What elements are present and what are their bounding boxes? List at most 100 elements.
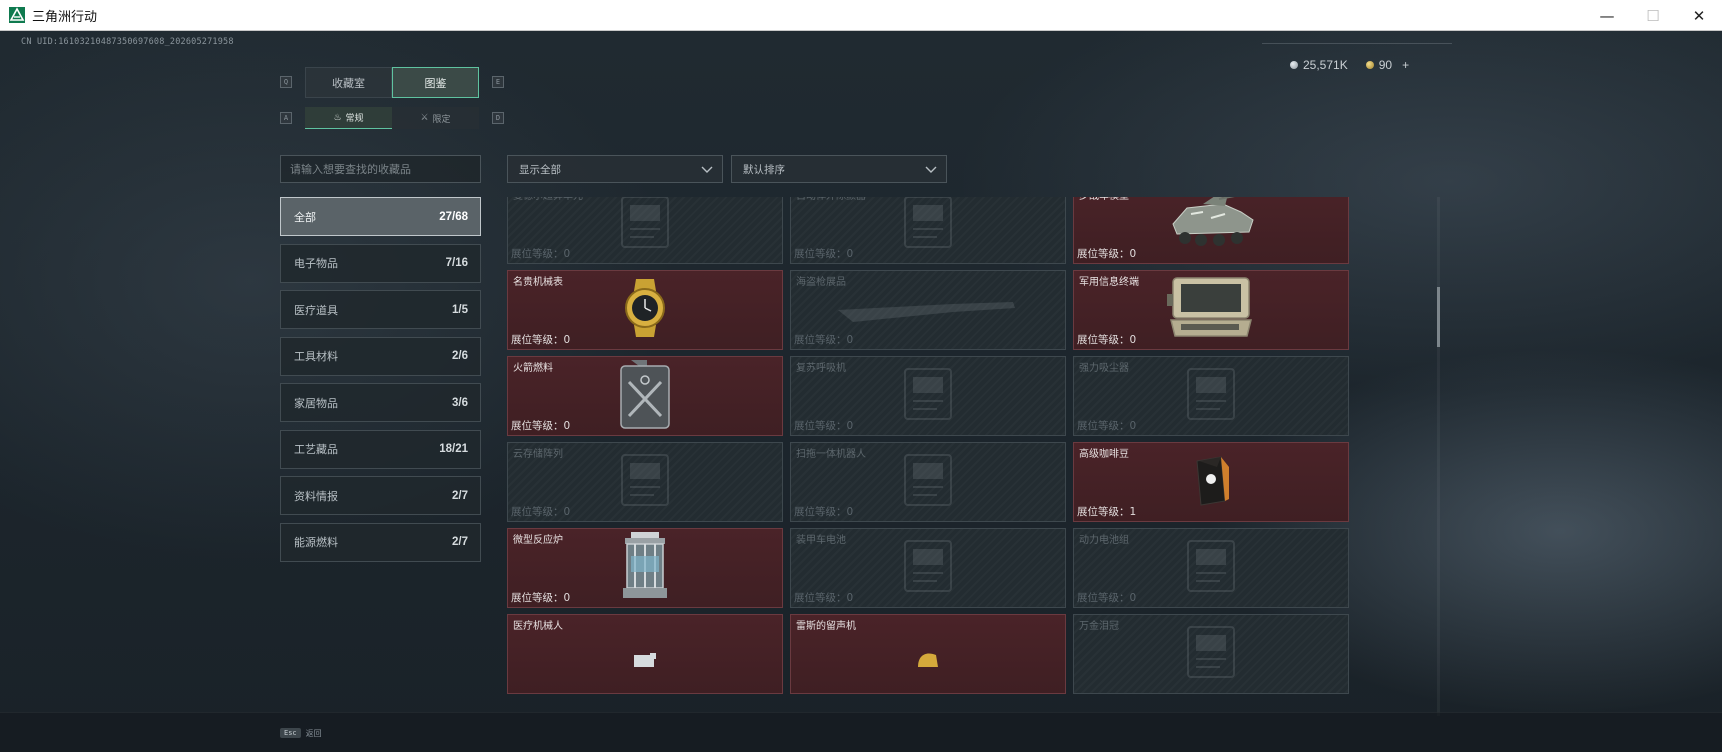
flame-icon: ♨ — [333, 112, 342, 123]
collectible-card[interactable]: 云存储阵列 展位等级：0 — [507, 442, 783, 522]
subtab-regular[interactable]: ♨ 常规 — [305, 107, 392, 129]
coffee-item-image — [1191, 453, 1231, 511]
collectible-card[interactable]: 医疗机械人 — [507, 614, 783, 694]
back-label: 返回 — [305, 728, 322, 738]
booth-level-value: 1 — [1129, 506, 1137, 518]
vehicle-item-image — [1163, 197, 1259, 258]
device-item-image — [610, 197, 680, 259]
booth-level-label: 展位等级： — [794, 592, 847, 604]
bottom-bar: Esc 返回 — [0, 712, 1722, 752]
subtab-limited-label: 限定 — [432, 114, 451, 125]
booth-level-label: 展位等级： — [1077, 248, 1130, 260]
category-electronics[interactable]: 电子物品 7/16 — [280, 243, 481, 283]
category-crafts[interactable]: 工艺藏品 18/21 — [280, 429, 481, 469]
booth-level-label: 展位等级： — [511, 506, 564, 518]
collectible-card[interactable]: 火箭燃料 展位等级：0 — [507, 356, 783, 436]
subtab-limited[interactable]: ⚔ 限定 — [392, 107, 479, 129]
collectible-name: 雷斯的留声机 — [796, 621, 856, 632]
key-hint-q: Q — [280, 76, 292, 88]
collectible-card[interactable]: 高级咖啡豆 展位等级：1 — [1073, 442, 1349, 522]
collectible-card[interactable]: 自动体外除颤器展位等级：0 — [790, 197, 1066, 264]
scrollbar-thumb[interactable] — [1437, 287, 1440, 347]
device-item-image — [893, 197, 963, 259]
device-item-image — [893, 533, 963, 603]
reactor-item-image — [617, 530, 673, 606]
collectible-card[interactable]: 装甲车电池 展位等级：0 — [790, 528, 1066, 608]
collectible-name: 复苏呼吸机 — [796, 363, 846, 374]
booth-level-value: 0 — [563, 334, 571, 346]
booth-level: 展位等级：0 — [794, 332, 853, 347]
collectible-card[interactable]: 军用信息终端 展位等级：0 — [1073, 270, 1349, 350]
collectible-card[interactable]: 微型反应炉 展位等级：0 — [507, 528, 783, 608]
category-count: 2/7 — [452, 536, 468, 548]
category-medical[interactable]: 医疗道具 1/5 — [280, 290, 481, 329]
tab-collection-room[interactable]: 收藏室 — [305, 67, 392, 98]
booth-level: 展位等级：0 — [511, 418, 570, 433]
game-screen: CN UID:16103210487350697608_202605271958… — [0, 31, 1722, 752]
collectible-name: 步战车模型 — [1079, 197, 1129, 202]
category-label: 医疗道具 — [294, 303, 338, 317]
category-label: 全部 — [294, 210, 316, 224]
player-uid: CN UID:16103210487350697608_202605271958 — [21, 37, 234, 47]
collectible-card[interactable]: 复苏呼吸机 展位等级：0 — [790, 356, 1066, 436]
key-hint-e: E — [492, 76, 504, 88]
device-item-image — [1176, 533, 1246, 603]
booth-level: 展位等级：0 — [794, 246, 853, 261]
canister-item-image — [617, 358, 673, 434]
collectible-card[interactable]: 强力吸尘器 展位等级：0 — [1073, 356, 1349, 436]
maximize-button[interactable]: ☐ — [1630, 0, 1676, 31]
collectible-card[interactable]: 名贵机械表 展位等级：0 — [507, 270, 783, 350]
collectible-name: 海盗枪展品 — [796, 277, 846, 288]
category-all[interactable]: 全部 27/68 — [280, 197, 481, 236]
gold-amount: 90 — [1378, 58, 1393, 72]
sort-dropdown[interactable]: 默认排序 — [731, 155, 947, 183]
filter-dropdown[interactable]: 显示全部 — [507, 155, 723, 183]
booth-level: 展位等级：0 — [1077, 418, 1136, 433]
booth-level: 展位等级：0 — [511, 332, 570, 347]
watch-item-image — [618, 277, 672, 343]
tab-catalog[interactable]: 图鉴 — [392, 67, 479, 98]
collectible-card[interactable]: 雷斯的留声机 — [790, 614, 1066, 694]
category-label: 能源燃料 — [294, 536, 338, 549]
booth-level-label: 展位等级： — [511, 420, 564, 432]
close-button[interactable]: ✕ — [1676, 0, 1722, 31]
booth-level-value: 0 — [1129, 248, 1137, 260]
collectible-name: 动力电池组 — [1079, 535, 1129, 546]
chevron-down-icon — [701, 166, 713, 173]
booth-level-label: 展位等级： — [1077, 420, 1130, 432]
minimize-button[interactable]: — — [1584, 0, 1630, 31]
booth-level: 展位等级：0 — [1077, 246, 1136, 261]
gun-item-image — [833, 288, 1023, 332]
collectible-card[interactable]: 扫拖一体机器人 展位等级：0 — [790, 442, 1066, 522]
booth-level: 展位等级：0 — [511, 246, 570, 261]
booth-level-value: 0 — [846, 506, 854, 518]
booth-level-label: 展位等级： — [794, 506, 847, 518]
collectible-card[interactable]: 万金泪冠 — [1073, 614, 1349, 694]
back-button[interactable]: Esc 返回 — [280, 722, 322, 744]
category-tools[interactable]: 工具材料 2/6 — [280, 336, 481, 376]
collectible-name: 高级咖啡豆 — [1079, 449, 1129, 460]
collectible-card[interactable]: 动力电池组 展位等级：0 — [1073, 528, 1349, 608]
phono-item-image — [908, 637, 948, 671]
collectible-card[interactable]: 曼德尔超算单元展位等级：0 — [507, 197, 783, 264]
currency-bar: 25,571K 90 + — [1290, 58, 1722, 72]
category-household[interactable]: 家居物品 3/6 — [280, 383, 481, 422]
category-label: 电子物品 — [294, 257, 338, 270]
booth-level: 展位等级：0 — [794, 504, 853, 519]
collectible-name: 军用信息终端 — [1079, 277, 1139, 288]
search-input[interactable] — [290, 162, 480, 176]
booth-level-label: 展位等级： — [1077, 592, 1130, 604]
collectible-name: 装甲车电池 — [796, 535, 846, 546]
collectible-card[interactable]: 海盗枪展品展位等级：0 — [790, 270, 1066, 350]
add-currency-button[interactable]: + — [1402, 58, 1409, 72]
category-energy[interactable]: 能源燃料 2/7 — [280, 522, 481, 562]
booth-level-value: 0 — [1129, 420, 1137, 432]
sub-tabs: ♨ 常规 ⚔ 限定 — [305, 107, 479, 129]
category-intel[interactable]: 资料情报 2/7 — [280, 476, 481, 515]
currency-silver: 25,571K — [1290, 58, 1348, 72]
search-box[interactable] — [280, 155, 481, 183]
collectible-grid: 曼德尔超算单元展位等级：0自动体外除颤器展位等级：0步战车模型展位等级：0名贵机… — [507, 197, 1440, 716]
collectible-card[interactable]: 步战车模型展位等级：0 — [1073, 197, 1349, 264]
currency-gold[interactable]: 90 + — [1365, 58, 1409, 72]
scrollbar[interactable] — [1437, 197, 1440, 716]
